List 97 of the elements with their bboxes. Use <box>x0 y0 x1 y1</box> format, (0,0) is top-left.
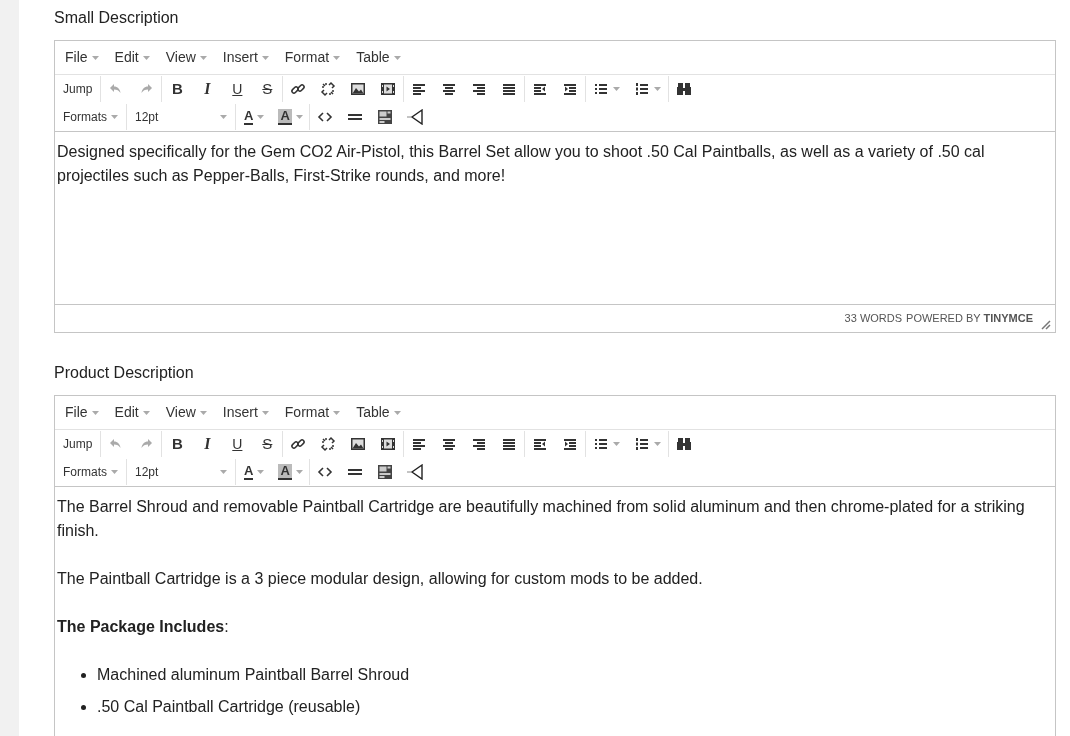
paragraph: The Package Includes: <box>57 617 230 637</box>
menu-item[interactable]: View <box>157 44 215 71</box>
field-label: Small Description <box>54 8 180 28</box>
jump-button[interactable]: Jump <box>55 76 101 102</box>
caret-icon <box>613 87 621 91</box>
binoculars-icon <box>676 81 693 97</box>
font-size-dropdown[interactable]: 12pt <box>127 104 235 130</box>
menu-item[interactable]: Insert <box>214 399 277 426</box>
italic-button[interactable]: I <box>192 431 223 457</box>
caret-icon <box>393 410 401 415</box>
template-icon <box>376 109 393 125</box>
align-right-icon <box>471 436 488 452</box>
caret-icon <box>257 470 265 474</box>
caret-icon <box>257 115 265 119</box>
caret-icon <box>220 470 227 474</box>
menu-item[interactable]: File <box>57 399 107 426</box>
caret-icon <box>333 55 341 60</box>
caret-icon <box>613 442 621 446</box>
paragraph: The Paintball Cartridge is a 3 piece modular design, allowing for custom mods to be added. <box>57 569 704 589</box>
caret-icon <box>393 55 401 60</box>
caret-icon <box>91 55 99 60</box>
align-left-icon <box>411 81 428 97</box>
caret-icon <box>111 115 118 119</box>
align-left-icon <box>411 436 428 452</box>
font-size-dropdown[interactable]: 12pt <box>127 459 235 485</box>
align-center-icon <box>441 81 458 97</box>
outdent-icon <box>532 81 549 97</box>
bullet-icon <box>81 672 86 678</box>
caret-icon <box>199 55 207 60</box>
image-icon <box>350 436 367 452</box>
formats-dropdown[interactable]: Formats <box>55 459 126 485</box>
paragraph: Designed specifically for the Gem CO2 Air-Pistol, this Barrel Set allow you to shoot .50 Cal Paintballs, as well as a variety of .50 cal projectiles such as Pepper-Balls, First-Strike rounds, and more! <box>57 142 986 186</box>
justify-icon <box>501 436 518 452</box>
unlink-icon <box>320 81 337 97</box>
word-count: 33 WORDS <box>844 311 903 327</box>
underline-button[interactable]: U <box>222 76 253 102</box>
menu-item[interactable]: Edit <box>106 399 158 426</box>
menu-item[interactable]: Insert <box>214 44 277 71</box>
menu-item[interactable]: Edit <box>106 44 158 71</box>
resize-handle-icon[interactable] <box>1041 320 1051 330</box>
text-color-button[interactable]: A <box>236 104 273 130</box>
caret-icon <box>111 470 118 474</box>
list-item: .50 Cal Paintball Cartridge (reusable) <box>97 697 361 717</box>
caret-icon <box>91 410 99 415</box>
film-icon <box>380 81 397 97</box>
list-item: Machined aluminum Paintball Barrel Shroud <box>97 665 410 685</box>
formats-dropdown[interactable]: Formats <box>55 104 126 130</box>
template-icon <box>376 464 393 480</box>
menu-item[interactable]: Format <box>276 44 349 71</box>
menu-item[interactable]: Table <box>348 399 409 426</box>
film-icon <box>380 436 397 452</box>
triangle-icon <box>406 109 423 125</box>
image-icon <box>350 81 367 97</box>
align-right-icon <box>471 81 488 97</box>
caret-icon <box>261 55 269 60</box>
caret-icon <box>295 115 303 119</box>
strikethrough-button[interactable]: S <box>252 431 283 457</box>
bullet-icon <box>81 704 86 710</box>
branding-link[interactable]: POWERED BY TINYMCE <box>906 310 1033 327</box>
jump-button[interactable]: Jump <box>55 431 101 457</box>
indent-icon <box>562 436 579 452</box>
caret-icon <box>333 410 341 415</box>
justify-icon <box>501 81 518 97</box>
bold-button[interactable]: B <box>162 76 193 102</box>
numbered-list-icon <box>634 436 651 452</box>
menu-item[interactable]: View <box>157 399 215 426</box>
caret-icon <box>261 410 269 415</box>
highlight-color-button[interactable]: A <box>272 459 309 485</box>
caret-icon <box>295 470 303 474</box>
link-icon <box>290 81 307 97</box>
binoculars-icon <box>676 436 693 452</box>
underline-button[interactable]: U <box>222 431 253 457</box>
unlink-icon <box>320 436 337 452</box>
bullet-list-icon <box>593 436 610 452</box>
caret-icon <box>654 87 662 91</box>
caret-icon <box>220 115 227 119</box>
menu-item[interactable]: Format <box>276 399 349 426</box>
caret-icon <box>142 410 150 415</box>
triangle-icon <box>406 464 423 480</box>
menu-item[interactable]: File <box>57 44 107 71</box>
caret-icon <box>654 442 662 446</box>
outdent-icon <box>532 436 549 452</box>
indent-icon <box>562 81 579 97</box>
align-center-icon <box>441 436 458 452</box>
caret-icon <box>199 410 207 415</box>
field-label: Product Description <box>54 363 195 383</box>
highlight-color-button[interactable]: A <box>272 104 309 130</box>
caret-icon <box>142 55 150 60</box>
paragraph: The Barrel Shroud and removable Paintball Cartridge are beautifully machined from solid aluminum and then chrome-plated for a striking finish. <box>57 497 1026 541</box>
menu-item[interactable]: Table <box>348 44 409 71</box>
bullet-list-icon <box>593 81 610 97</box>
strikethrough-button[interactable]: S <box>252 76 283 102</box>
text-color-button[interactable]: A <box>236 459 273 485</box>
numbered-list-icon <box>634 81 651 97</box>
bold-button[interactable]: B <box>162 431 193 457</box>
link-icon <box>290 436 307 452</box>
italic-button[interactable]: I <box>192 76 223 102</box>
